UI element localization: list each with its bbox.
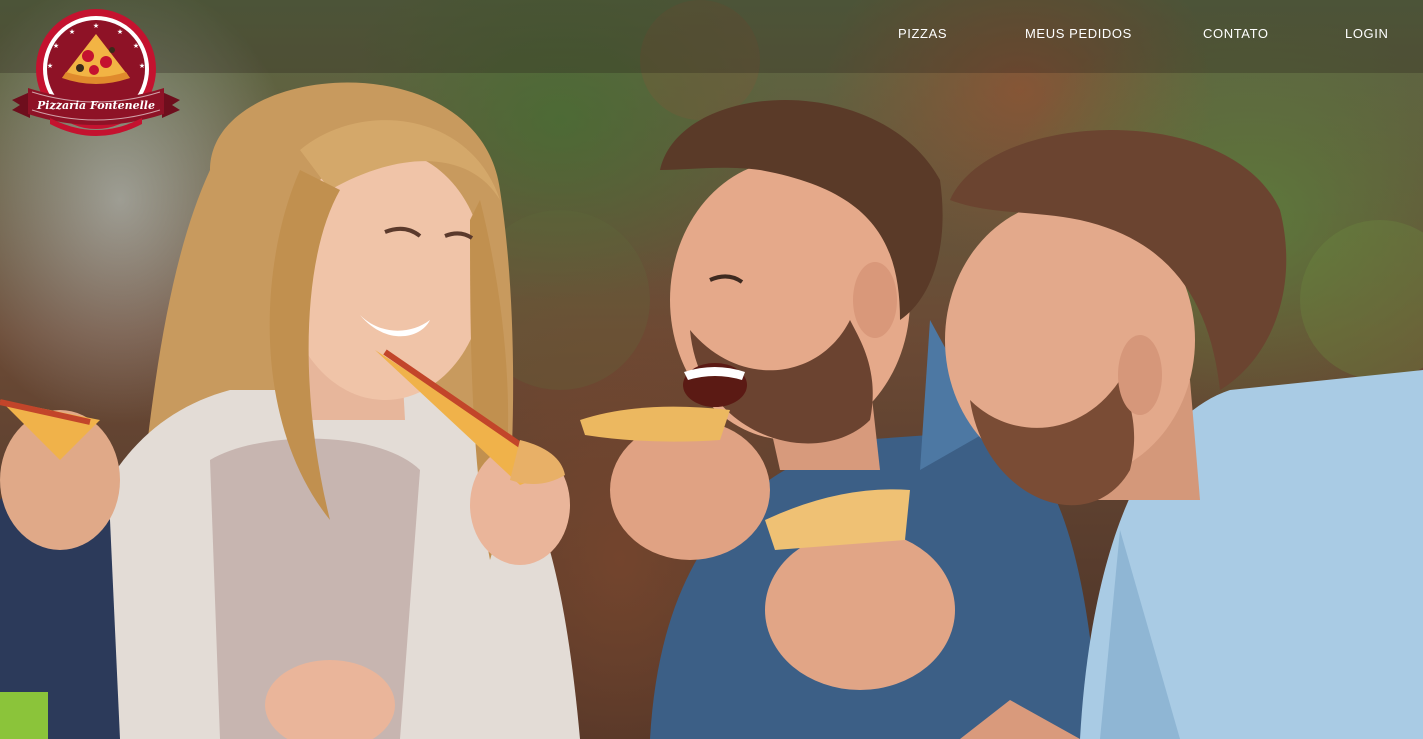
logo-badge-icon: ★ ★ ★ ★ ★ ★ ★ Pizzaria Fontenelle	[12, 9, 180, 136]
top-navbar: PIZZAS MEUS PEDIDOS CONTATO LOGIN	[0, 0, 1423, 73]
nav-pizzas[interactable]: PIZZAS	[898, 26, 947, 41]
svg-text:★: ★	[47, 62, 53, 70]
svg-text:★: ★	[93, 22, 99, 30]
pizzaria-logo[interactable]: ★ ★ ★ ★ ★ ★ ★ Pizzaria Fontenelle	[10, 6, 182, 146]
nav-contato[interactable]: CONTATO	[1203, 26, 1269, 41]
hero-banner: PIZZAS MEUS PEDIDOS CONTATO LOGIN ★ ★ ★ …	[0, 0, 1423, 739]
svg-text:★: ★	[69, 28, 75, 36]
svg-text:★: ★	[139, 62, 145, 70]
svg-text:Pizzaria Fontenelle: Pizzaria Fontenelle	[36, 99, 155, 112]
svg-text:★: ★	[53, 42, 59, 50]
svg-text:★: ★	[133, 42, 139, 50]
nav-meus-pedidos[interactable]: MEUS PEDIDOS	[1025, 26, 1132, 41]
svg-text:★: ★	[117, 28, 123, 36]
nav-login[interactable]: LOGIN	[1345, 26, 1388, 41]
hero-photo	[0, 0, 1423, 739]
